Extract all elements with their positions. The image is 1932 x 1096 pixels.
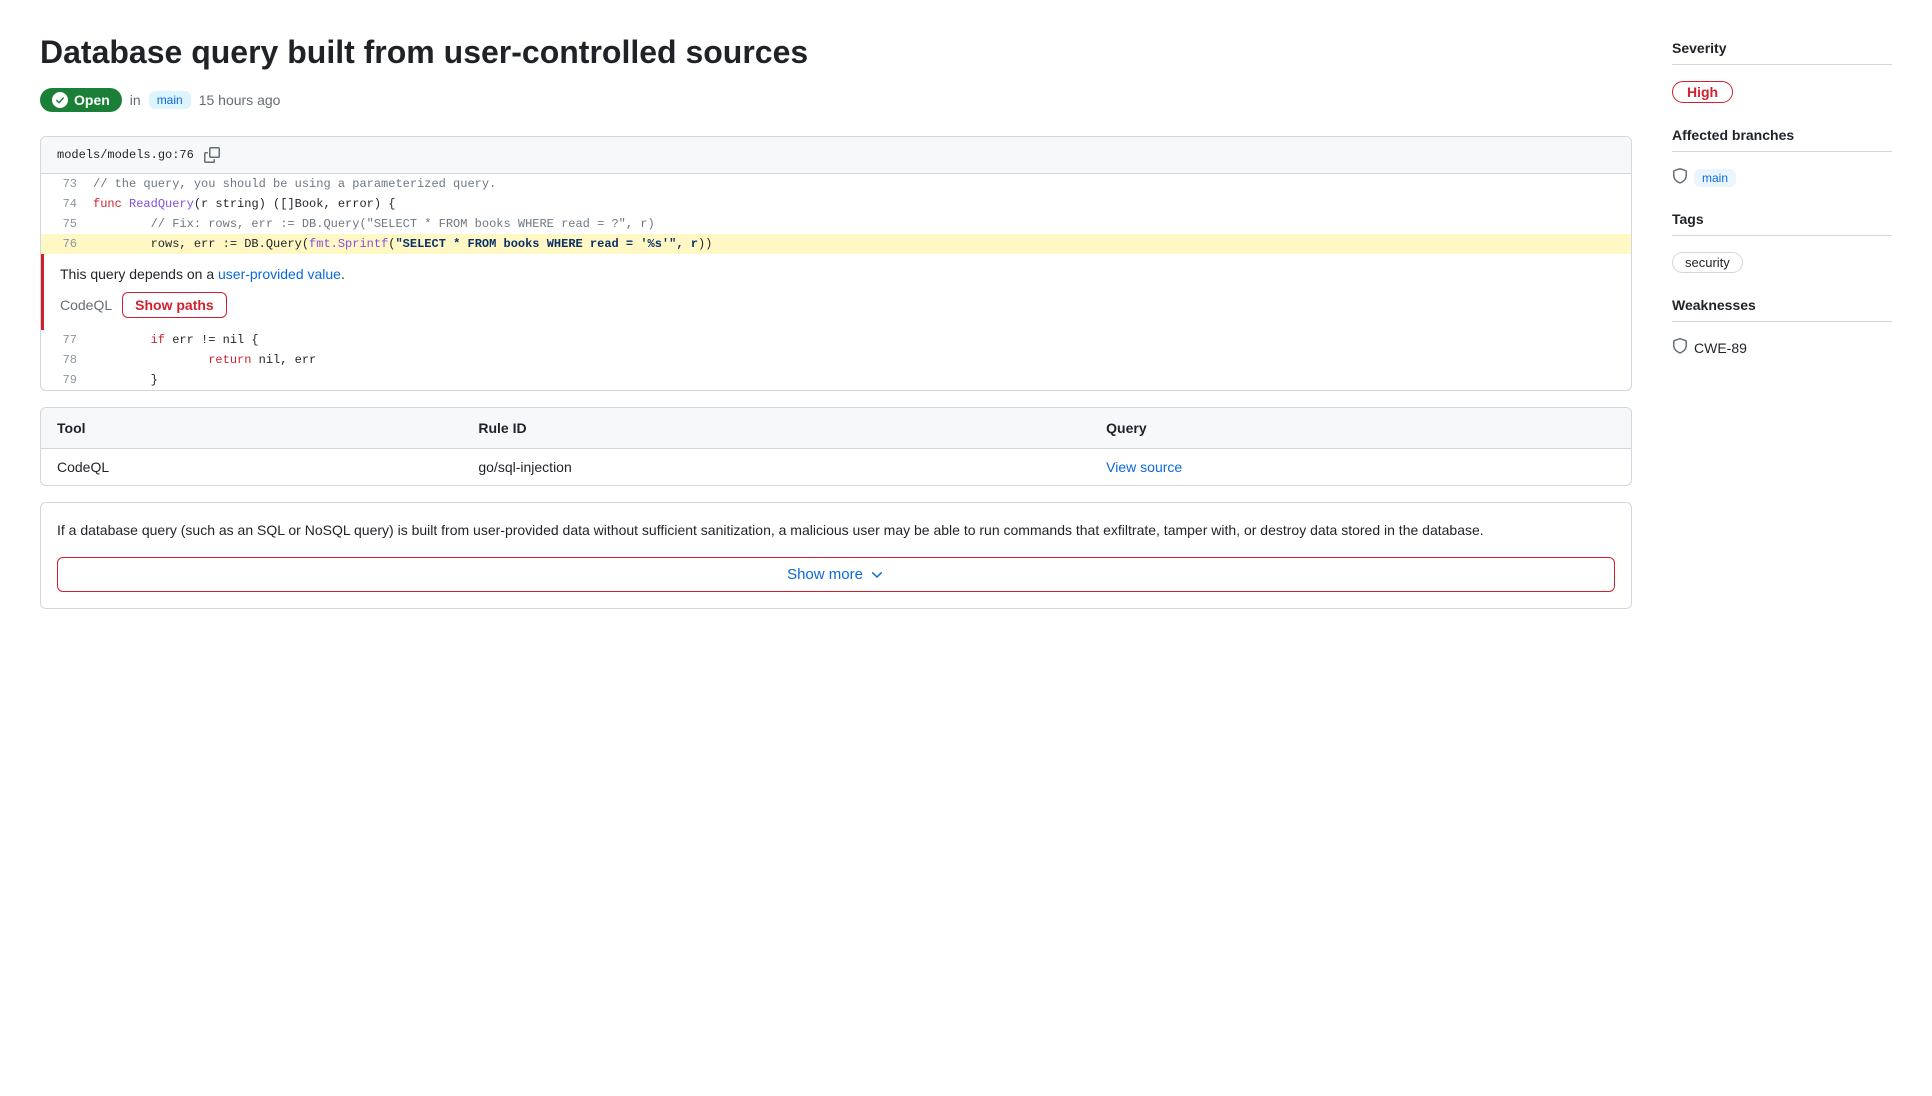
alert-text: This query depends on a user-provided va… (60, 266, 1615, 282)
shield-check-icon (52, 92, 68, 108)
query-value: View source (1090, 449, 1631, 486)
query-header: Query (1090, 408, 1631, 449)
weakness-value: CWE-89 (1694, 340, 1747, 356)
tool-header: Tool (41, 408, 462, 449)
sidebar: Severity High Affected branches main Tag… (1672, 32, 1892, 609)
weaknesses-label: Weaknesses (1672, 297, 1892, 313)
tool-row: CodeQL go/sql-injection View source (41, 449, 1631, 486)
code-line-76: 76 rows, err := DB.Query(fmt.Sprintf("SE… (41, 234, 1631, 254)
sidebar-divider-4 (1672, 321, 1892, 322)
file-path: models/models.go:76 (57, 148, 194, 162)
time-ago: 15 hours ago (199, 92, 281, 108)
branches-label: Affected branches (1672, 127, 1892, 143)
tag-chip: security (1672, 252, 1743, 273)
sidebar-tags-section: Tags security (1672, 211, 1892, 273)
alert-tool-label: CodeQL (60, 297, 112, 313)
sidebar-severity-section: Severity High (1672, 40, 1892, 103)
copy-button[interactable] (202, 145, 222, 165)
in-label: in (130, 92, 141, 108)
main-content: Database query built from user-controlle… (40, 32, 1632, 609)
open-badge: Open (40, 88, 122, 112)
code-line-74: 74 func ReadQuery(r string) ([]Book, err… (41, 194, 1631, 214)
branch-item: main (1672, 168, 1892, 187)
tool-table: Tool Rule ID Query CodeQL go/sql-injecti… (41, 408, 1631, 485)
code-body-after: 77 if err != nil { 78 return nil, err 79… (41, 330, 1631, 390)
sidebar-weaknesses-section: Weaknesses CWE-89 (1672, 297, 1892, 357)
code-header: models/models.go:76 (41, 137, 1631, 174)
page-layout: Database query built from user-controlle… (40, 32, 1892, 609)
code-line-75: 75 // Fix: rows, err := DB.Query("SELECT… (41, 214, 1631, 234)
page-title: Database query built from user-controlle… (40, 32, 1632, 72)
rule-header: Rule ID (462, 408, 1090, 449)
severity-badge: High (1672, 81, 1733, 103)
rule-value: go/sql-injection (462, 449, 1090, 486)
sidebar-divider-1 (1672, 64, 1892, 65)
sidebar-divider-3 (1672, 235, 1892, 236)
sidebar-branches-section: Affected branches main (1672, 127, 1892, 187)
tool-table-container: Tool Rule ID Query CodeQL go/sql-injecti… (40, 407, 1632, 486)
view-source-link[interactable]: View source (1106, 459, 1182, 475)
severity-label: Severity (1672, 40, 1892, 56)
open-label: Open (74, 92, 110, 108)
code-line-79: 79 } (41, 370, 1631, 390)
user-provided-link[interactable]: user-provided value (218, 266, 341, 282)
shield-icon (1672, 168, 1688, 187)
branch-name: main (1694, 169, 1736, 187)
weakness-item: CWE-89 (1672, 338, 1892, 357)
code-body: 73 // the query, you should be using a p… (41, 174, 1631, 254)
status-bar: Open in main 15 hours ago (40, 88, 1632, 112)
alert-footer: CodeQL Show paths (60, 292, 1615, 318)
description-text: If a database query (such as an SQL or N… (41, 503, 1631, 557)
code-container: models/models.go:76 73 // the query, you… (40, 136, 1632, 391)
chevron-down-icon (869, 567, 885, 583)
branch-tag: main (149, 91, 191, 109)
sidebar-divider-2 (1672, 151, 1892, 152)
description-box: If a database query (such as an SQL or N… (40, 502, 1632, 609)
code-line-73: 73 // the query, you should be using a p… (41, 174, 1631, 194)
show-paths-button[interactable]: Show paths (122, 292, 227, 318)
code-line-78: 78 return nil, err (41, 350, 1631, 370)
code-line-77: 77 if err != nil { (41, 330, 1631, 350)
tool-value: CodeQL (41, 449, 462, 486)
weakness-shield-icon (1672, 338, 1688, 357)
tags-label: Tags (1672, 211, 1892, 227)
show-more-button[interactable]: Show more (57, 557, 1615, 592)
alert-block: This query depends on a user-provided va… (41, 254, 1631, 330)
